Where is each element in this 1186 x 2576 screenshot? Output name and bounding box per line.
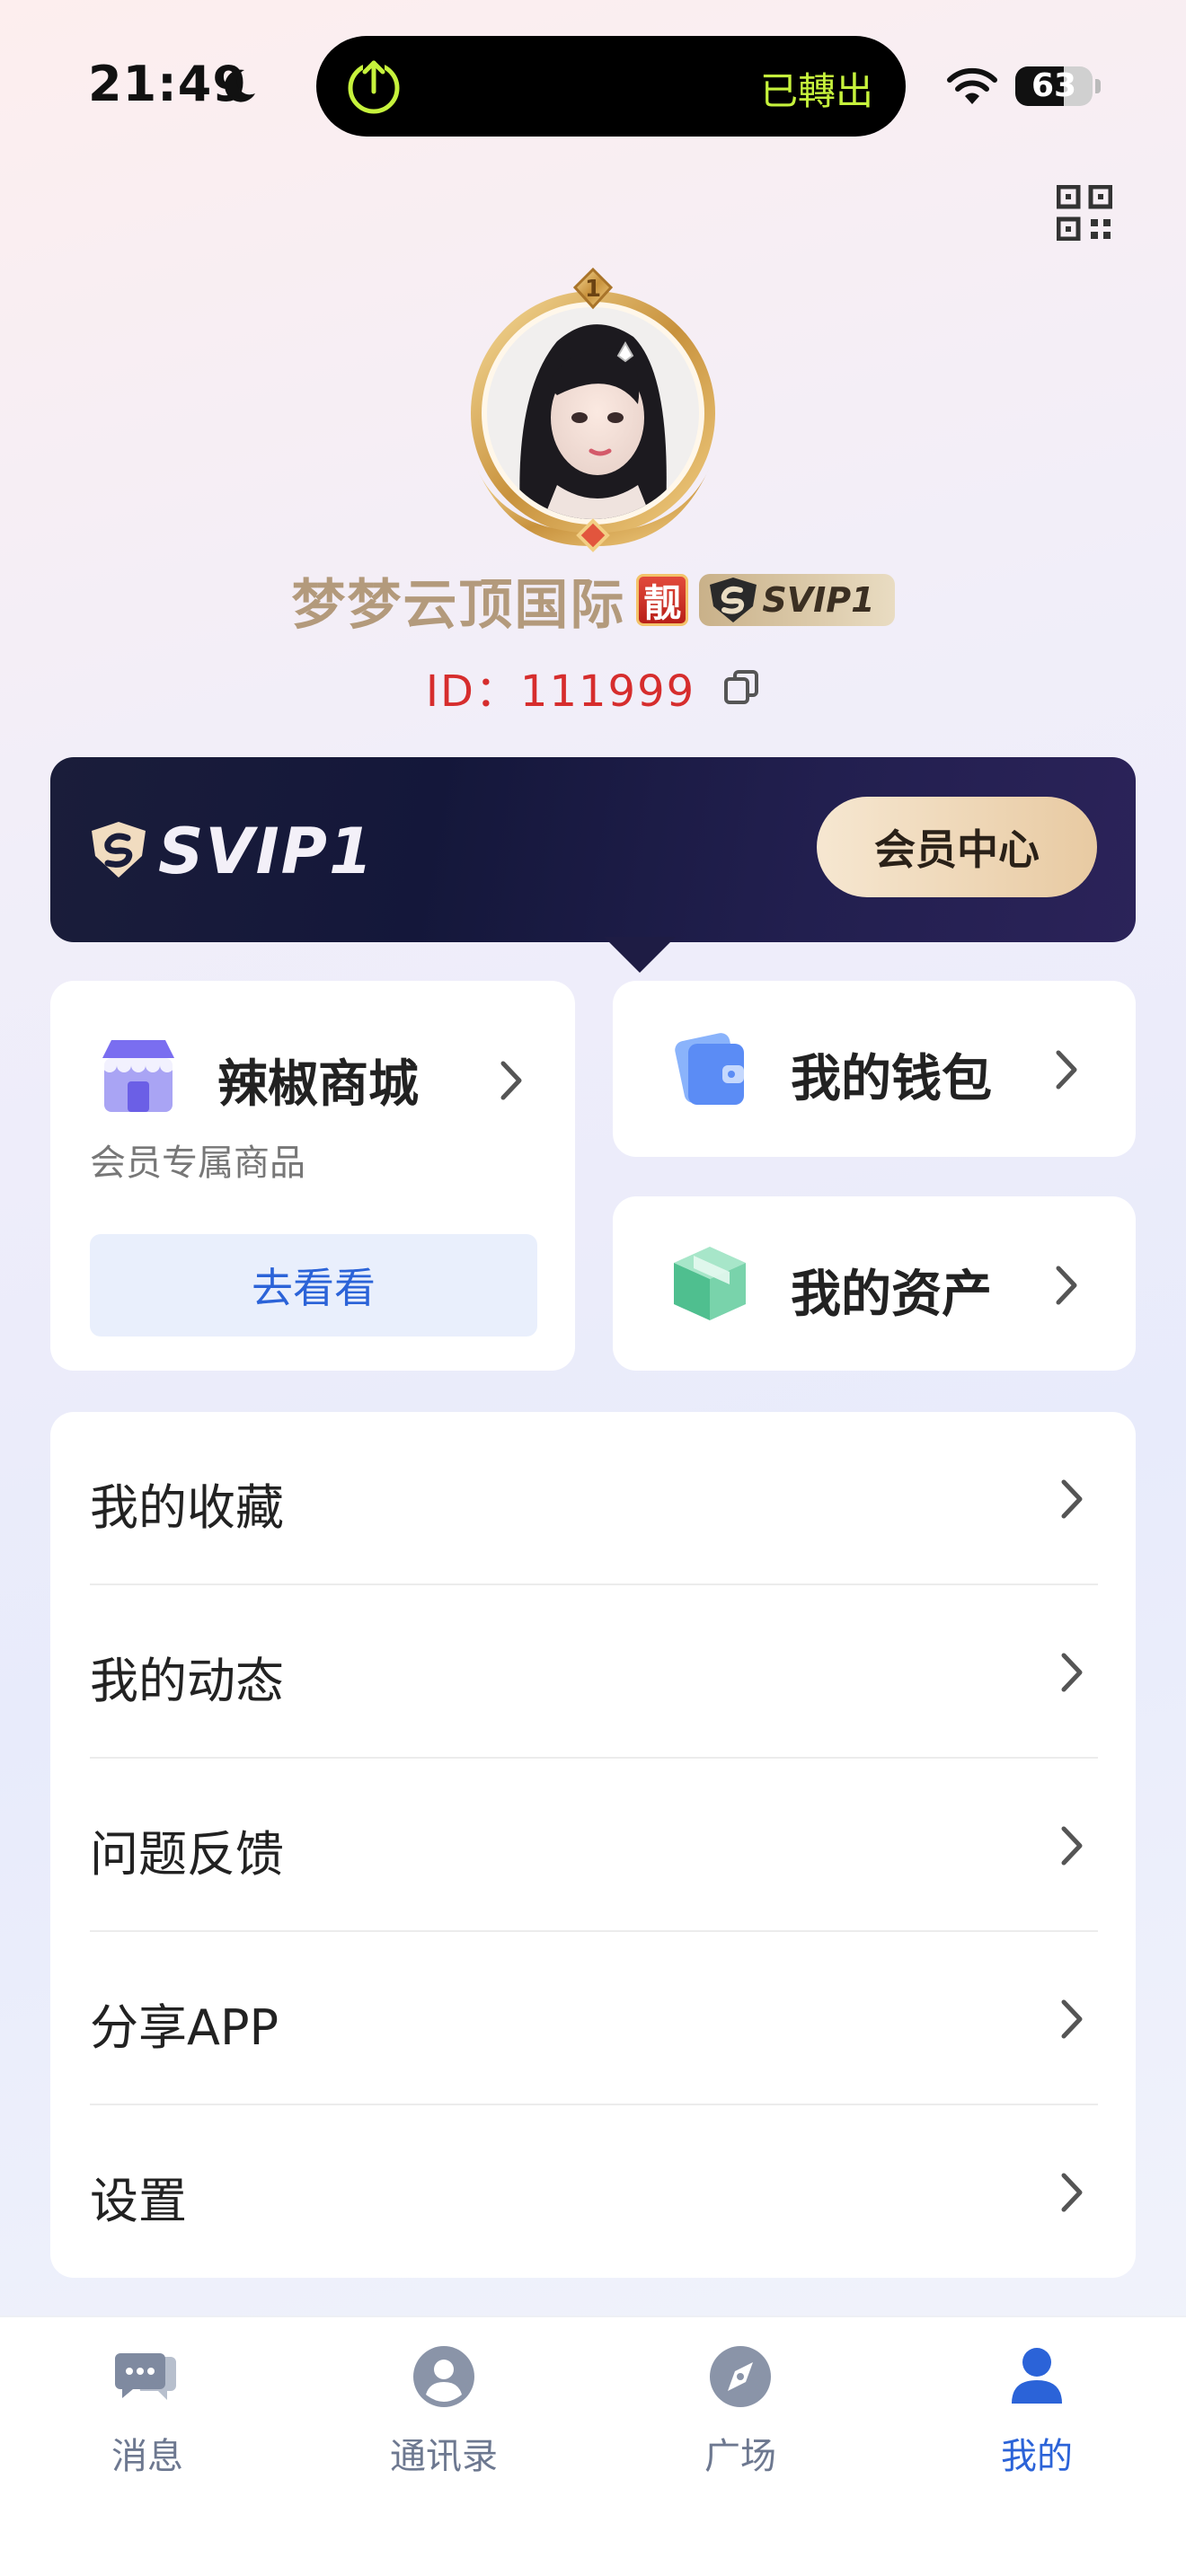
svip-tag-text: SVIP1 [762, 580, 875, 620]
copy-icon[interactable] [722, 668, 760, 706]
person-icon [1012, 2348, 1062, 2404]
wallet-icon [675, 1033, 744, 1105]
tab-bar: 消息 通讯录 广场 我的 [0, 2316, 1186, 2576]
wallet-title: 我的钱包 [791, 1050, 992, 1108]
menu-item-feedback[interactable]: 问题反馈 [50, 1759, 1136, 1932]
pretty-number-badge: 靓 [636, 574, 689, 626]
shop-card[interactable]: 辣椒商城 会员专属商品 去看看 [50, 981, 575, 1371]
nickname-row: 梦梦云顶国际 靓 SVIP1 [0, 564, 1186, 637]
chat-icon [115, 2353, 176, 2400]
tab-messages[interactable]: 消息 [58, 2344, 237, 2479]
wallet-card[interactable]: 我的钱包 [613, 981, 1136, 1157]
settings-menu: 我的收藏 我的动态 问题反馈 分享APP 设置 [50, 1412, 1136, 2278]
tab-contacts[interactable]: 通讯录 [354, 2344, 534, 2479]
go-see-button[interactable]: 去看看 [90, 1234, 537, 1337]
assets-box-icon [674, 1247, 746, 1320]
chevron-right-icon [1056, 1050, 1077, 1090]
chevron-right-icon [1061, 1826, 1083, 1866]
menu-item-label: 问题反馈 [90, 1826, 284, 1883]
tab-label: 广场 [704, 2436, 776, 2477]
status-bar: 21:49 已轉出 63 [0, 0, 1186, 171]
svip-level-tag: SVIP1 [699, 574, 895, 626]
user-id-row: ID：111999 [0, 656, 1186, 719]
qr-code-icon[interactable] [1057, 185, 1112, 241]
chevron-right-icon [1061, 1653, 1083, 1692]
nickname: 梦梦云顶国际 [291, 573, 626, 637]
avatar[interactable]: 1 [458, 260, 728, 557]
menu-item-label: 我的动态 [90, 1653, 284, 1709]
shop-title: 辣椒商城 [217, 1055, 419, 1114]
menu-item-settings[interactable]: 设置 [50, 2105, 1136, 2279]
shop-store-icon [102, 1040, 174, 1112]
assets-title: 我的资产 [791, 1266, 992, 1324]
tab-label: 消息 [111, 2436, 183, 2477]
tab-square[interactable]: 广场 [651, 2344, 830, 2479]
tab-label: 我的 [1001, 2436, 1073, 2477]
shop-subtitle: 会员专属商品 [90, 1142, 305, 1184]
svip-logo-icon [92, 822, 146, 878]
menu-item-label: 我的收藏 [90, 1479, 284, 1536]
svip-banner[interactable]: SVIP1 会员中心 [50, 757, 1136, 973]
menu-item-favorites[interactable]: 我的收藏 [50, 1412, 1136, 1585]
menu-item-share-app[interactable]: 分享APP [50, 1932, 1136, 2105]
avatar-level-badge: 1 [584, 276, 602, 303]
assets-card[interactable]: 我的资产 [613, 1196, 1136, 1371]
compass-icon [710, 2346, 771, 2407]
chevron-right-icon [1061, 1479, 1083, 1519]
battery-indicator: 63 [1015, 66, 1093, 106]
contacts-icon [413, 2346, 474, 2407]
island-status-text: 已轉出 [759, 69, 873, 113]
user-id: ID：111999 [425, 666, 696, 717]
svip-banner-title: SVIP1 [158, 815, 375, 888]
battery-level: 63 [1031, 67, 1077, 104]
share-icon[interactable] [343, 56, 404, 117]
tab-label: 通讯录 [390, 2436, 498, 2477]
svip-shield-icon [710, 578, 757, 622]
chevron-right-icon [1061, 2173, 1083, 2212]
menu-item-label: 分享APP [90, 1999, 279, 2056]
chevron-right-icon [1056, 1266, 1077, 1305]
vip-center-button[interactable]: 会员中心 [817, 797, 1097, 897]
menu-item-moments[interactable]: 我的动态 [50, 1585, 1136, 1759]
chevron-right-icon [1061, 1999, 1083, 2039]
tab-me[interactable]: 我的 [947, 2344, 1127, 2479]
battery-tip [1095, 79, 1101, 93]
wifi-icon [947, 67, 997, 104]
moon-icon [225, 69, 255, 102]
chevron-right-icon [500, 1061, 522, 1100]
menu-item-label: 设置 [90, 2173, 187, 2229]
dynamic-island[interactable]: 已轉出 [316, 36, 906, 137]
